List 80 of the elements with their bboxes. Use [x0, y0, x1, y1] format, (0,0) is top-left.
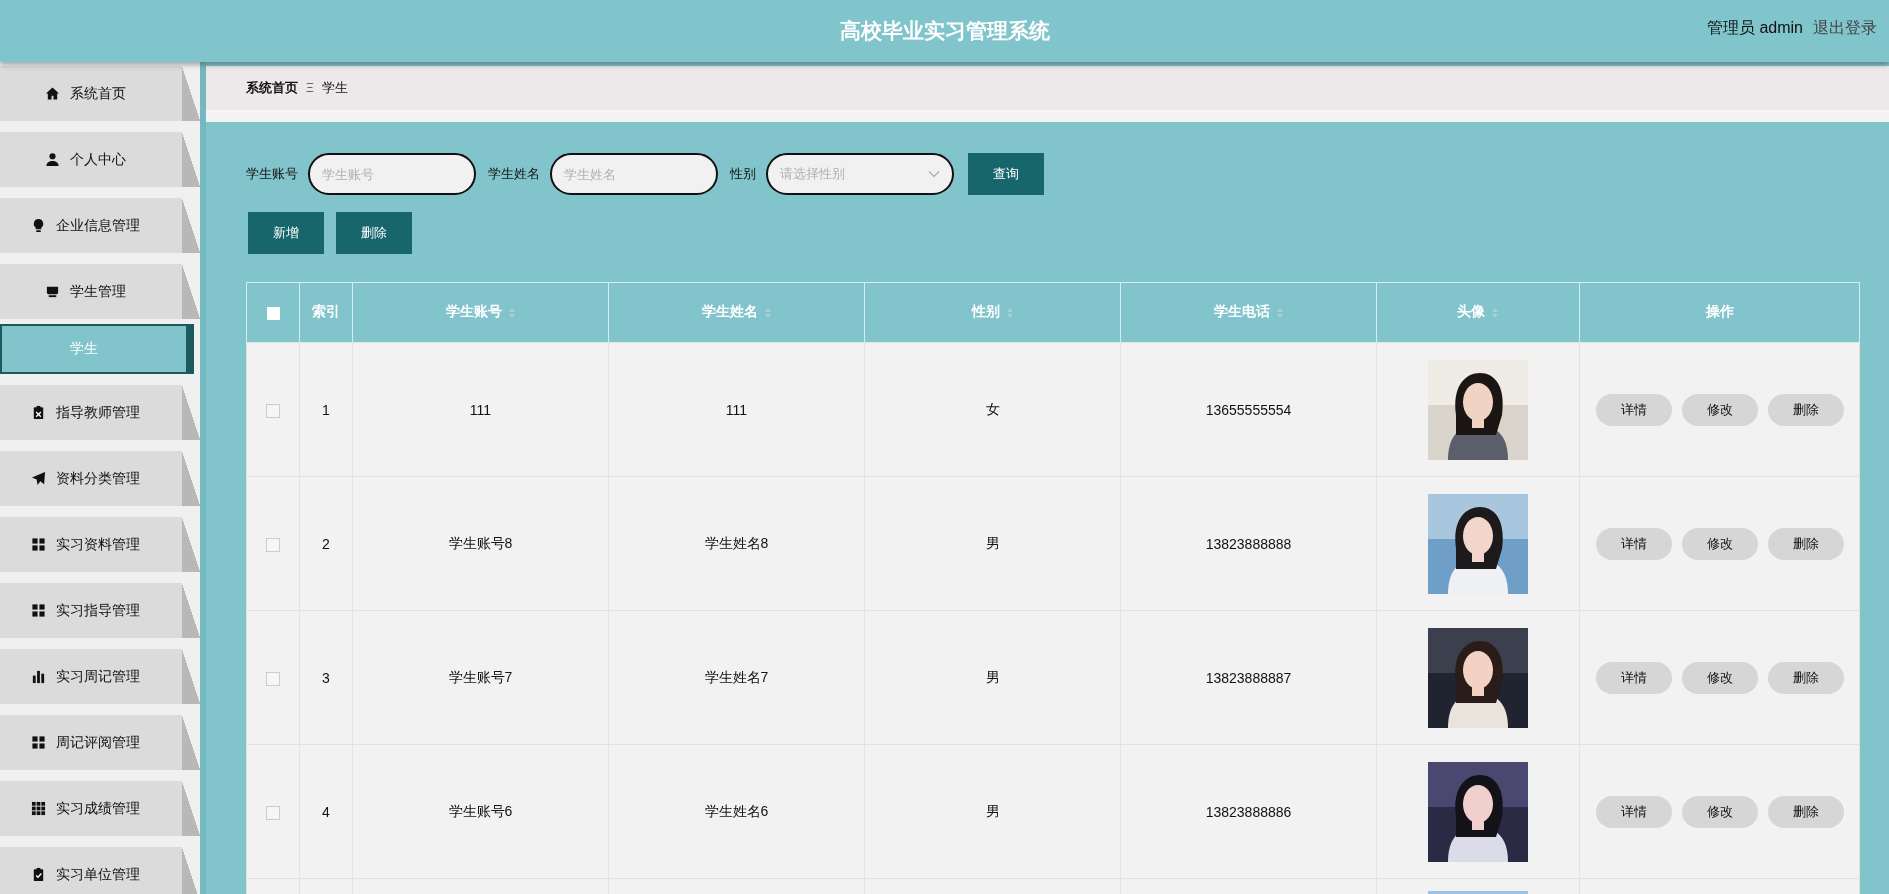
- menu-item[interactable]: 周记评阅管理: [0, 715, 200, 770]
- row-checkbox[interactable]: [266, 403, 280, 418]
- row-action-button[interactable]: 详情: [1595, 527, 1672, 560]
- menu-item[interactable]: 实习成绩管理: [0, 781, 200, 836]
- table-cell: 男: [985, 802, 1000, 819]
- person-icon: [44, 152, 60, 167]
- tray-icon: [44, 284, 60, 299]
- breadcrumb-separator: Ξ: [306, 81, 314, 95]
- table-cell: 111: [725, 401, 748, 418]
- table-cell: 13823888888: [1205, 535, 1292, 552]
- sort-icon[interactable]: [763, 306, 772, 319]
- field-label: 学生账号: [246, 165, 298, 183]
- chevron-down-icon: [928, 170, 940, 178]
- row-action-button[interactable]: 详情: [1595, 661, 1672, 694]
- row-checkbox[interactable]: [266, 671, 280, 686]
- table-cell: 学生账号6: [448, 802, 513, 819]
- system-title: 高校毕业实习管理系统: [839, 18, 1050, 44]
- menu-item[interactable]: 个人中心: [0, 132, 200, 187]
- table-cell: 学生姓名8: [704, 534, 769, 551]
- menu-item[interactable]: 企业信息管理: [0, 198, 200, 253]
- menu-item[interactable]: 实习单位管理: [0, 847, 200, 894]
- table-cell: 2: [322, 535, 330, 552]
- field-label: 性别: [730, 165, 756, 183]
- search-button[interactable]: 查询: [968, 153, 1044, 195]
- action-button[interactable]: 删除: [336, 212, 412, 254]
- table-cell: 111: [469, 401, 492, 418]
- home-icon: [44, 86, 60, 101]
- column-header: 索引: [299, 282, 353, 343]
- row-action-button[interactable]: 修改: [1681, 393, 1758, 426]
- row-action-button[interactable]: 删除: [1767, 661, 1844, 694]
- table-cell: 13823888887: [1205, 669, 1292, 686]
- row-action-button[interactable]: 删除: [1767, 527, 1844, 560]
- grid-icon: [30, 801, 46, 816]
- grid-icon: [30, 735, 46, 750]
- row-action-button[interactable]: 修改: [1681, 795, 1758, 828]
- search-field[interactable]: 学生姓名: [550, 153, 718, 195]
- menu-item[interactable]: 系统首页: [0, 66, 200, 121]
- row-checkbox[interactable]: [266, 805, 280, 820]
- row-action-button[interactable]: 修改: [1681, 661, 1758, 694]
- table-cell: 4: [322, 803, 330, 820]
- table-cell: 男: [985, 534, 1000, 551]
- grid-icon: [30, 537, 46, 552]
- table-cell: 13655555554: [1205, 401, 1292, 418]
- menu-item[interactable]: 实习周记管理: [0, 649, 200, 704]
- sort-icon[interactable]: [507, 306, 516, 319]
- row-action-button[interactable]: 详情: [1595, 393, 1672, 426]
- action-button[interactable]: 新增: [248, 212, 324, 254]
- field-label: 学生姓名: [488, 165, 540, 183]
- grid-icon: [30, 603, 46, 618]
- paper-plane-icon: [30, 471, 46, 486]
- menu-item[interactable]: 学生管理: [0, 264, 200, 319]
- search-field[interactable]: 学生账号: [308, 153, 476, 195]
- table-cell: 学生账号7: [448, 668, 513, 685]
- menu-item[interactable]: 指导教师管理: [0, 385, 200, 440]
- table-cell: 1: [322, 401, 330, 418]
- breadcrumb-home[interactable]: 系统首页: [246, 79, 298, 97]
- table-cell: 学生姓名7: [704, 668, 769, 685]
- menu-item[interactable]: 资料分类管理: [0, 451, 200, 506]
- bar-chart-icon: [30, 669, 46, 684]
- user-label: 管理员 admin: [1706, 18, 1803, 38]
- row-action-button[interactable]: 删除: [1767, 393, 1844, 426]
- row-action-button[interactable]: 删除: [1767, 795, 1844, 828]
- table-cell: 学生账号8: [448, 534, 513, 551]
- row-action-button[interactable]: 修改: [1681, 527, 1758, 560]
- row-action-button[interactable]: 详情: [1595, 795, 1672, 828]
- select-all-checkbox[interactable]: [266, 307, 280, 321]
- sort-icon[interactable]: [1005, 306, 1014, 319]
- menu-item[interactable]: 实习指导管理: [0, 583, 200, 638]
- menu-item[interactable]: 实习资料管理: [0, 517, 200, 572]
- table-cell: 3: [322, 669, 330, 686]
- sort-icon[interactable]: [1491, 306, 1499, 319]
- column-header: 操作: [1579, 282, 1860, 343]
- table-cell: 女: [985, 400, 1000, 417]
- logout-link[interactable]: 退出登录: [1813, 18, 1877, 39]
- breadcrumb-current: 学生: [321, 79, 348, 97]
- sort-icon[interactable]: [1275, 306, 1284, 319]
- table-cell: 学生姓名6: [704, 802, 769, 819]
- table-cell: 男: [985, 668, 1000, 685]
- table-cell: 13823888886: [1205, 803, 1292, 820]
- row-checkbox[interactable]: [266, 537, 280, 552]
